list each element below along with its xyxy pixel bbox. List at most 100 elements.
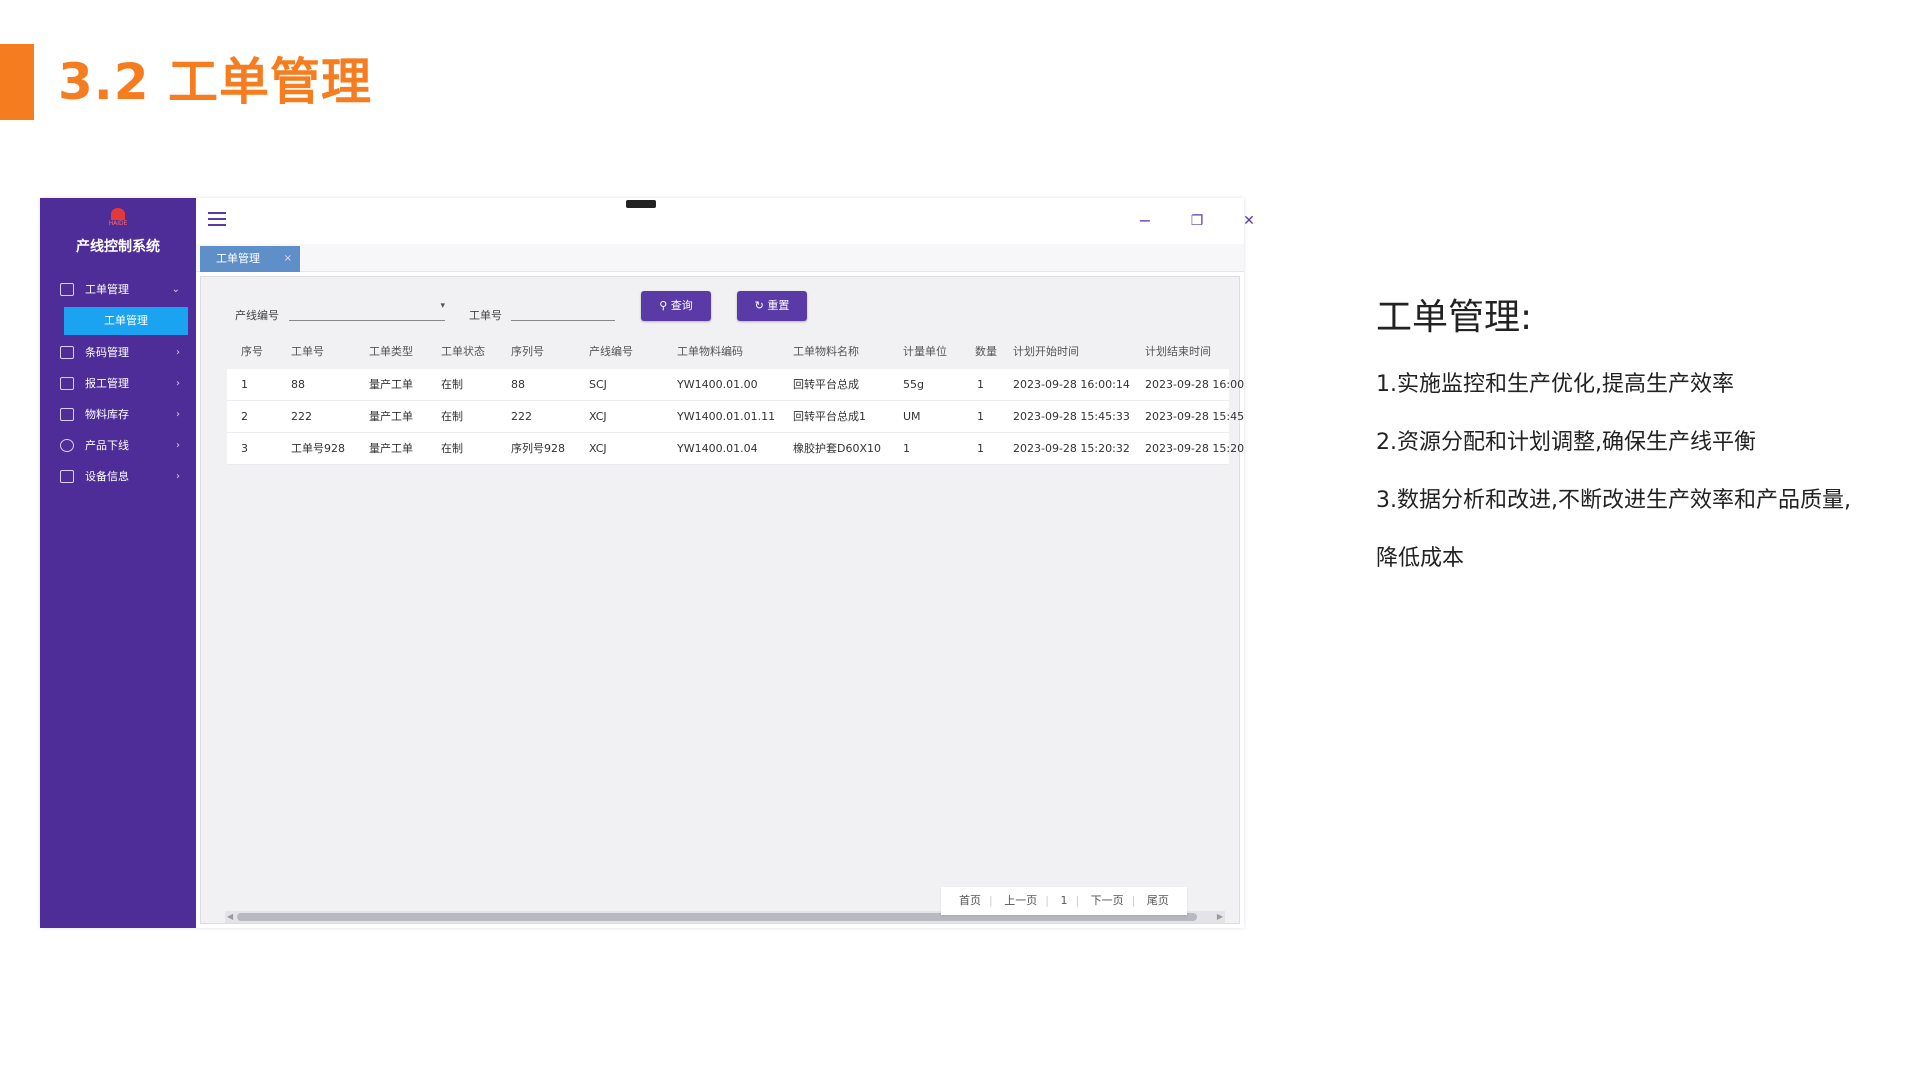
table-row[interactable]: 2 222 量产工单 在制 222 XCJ YW1400.01.01.11 回转… [227, 401, 1244, 433]
table-row[interactable]: 3 工单号928 量产工单 在制 序列号928 XCJ YW1400.01.04… [227, 433, 1244, 465]
query-button-label: 查询 [670, 299, 693, 312]
reset-button-label: 重置 [767, 299, 790, 312]
scroll-left-icon[interactable]: ◀ [227, 911, 233, 923]
tab-bar: 工单管理 × [196, 244, 1244, 272]
table-cell: 1 [903, 442, 910, 455]
column-header: 工单物料编码 [677, 345, 743, 358]
logo-mark [111, 208, 125, 220]
chevron-right-icon: › [176, 471, 180, 482]
table-cell: 工单号928 [291, 442, 345, 455]
inventory-icon [60, 408, 74, 421]
table-cell: SCJ [589, 378, 607, 391]
table-cell: 2023-09-28 15:45 [1145, 410, 1245, 423]
table-cell: 2023-09-28 16:00 [1145, 378, 1245, 391]
chevron-right-icon: › [176, 409, 180, 420]
current-page[interactable]: 1 [1060, 894, 1067, 907]
prev-page-link[interactable]: 上一页 [1004, 894, 1037, 907]
drag-handle[interactable] [626, 200, 656, 208]
work-order-table: 序号 工单号 工单类型 工单状态 序列号 产线编号 工单物料编码 工单物料名称 … [227, 335, 1244, 465]
order-number-input[interactable] [511, 299, 615, 321]
submenu-item-work-order-active[interactable]: 工单管理 [64, 307, 188, 335]
main-content: 产线编号 ▾ 工单号 ⚲ 查询 ↻ 重置 序号 工单号 工单类型 工单状态 序列… [200, 276, 1244, 924]
table-cell: 在制 [441, 442, 463, 455]
system-title: 产线控制系统 [76, 239, 160, 255]
sidebar-item-barcode[interactable]: 条码管理 › [40, 337, 196, 368]
description-heading: 工单管理: [1376, 297, 1533, 338]
device-icon [60, 470, 74, 483]
scroll-right-icon[interactable]: ▶ [1217, 911, 1223, 923]
table-cell: 2023-09-28 15:45:33 [1013, 410, 1130, 423]
slide-title: 3.2 工单管理 [58, 53, 372, 111]
table-cell: 2023-09-28 15:20 [1145, 442, 1245, 455]
order-number-label: 工单号 [469, 309, 502, 322]
sidebar-item-work-order[interactable]: 工单管理 ⌄ [40, 274, 196, 305]
table-cell: 量产工单 [369, 378, 413, 391]
table-cell: 88 [511, 378, 525, 391]
divider: | [1045, 894, 1049, 907]
logo-text: HAIDE [108, 220, 128, 227]
table-cell: 量产工单 [369, 442, 413, 455]
table-cell: 2 [241, 410, 248, 423]
sidebar-item-report[interactable]: 报工管理 › [40, 368, 196, 399]
table-cell: 88 [291, 378, 305, 391]
next-page-link[interactable]: 下一页 [1091, 894, 1124, 907]
sidebar-item-label: 设备信息 [85, 470, 129, 483]
column-header: 数量 [975, 345, 997, 358]
table-cell: 在制 [441, 378, 463, 391]
table-cell: 在制 [441, 410, 463, 423]
column-header: 计划开始时间 [1013, 345, 1079, 358]
tab-close-icon[interactable]: × [284, 246, 292, 272]
tab-label: 工单管理 [216, 252, 260, 265]
reset-button[interactable]: ↻ 重置 [737, 291, 807, 321]
sidebar-item-inventory[interactable]: 物料库存 › [40, 399, 196, 430]
table-cell: YW1400.01.04 [677, 442, 758, 455]
column-header: 工单号 [291, 345, 324, 358]
line-number-label: 产线编号 [235, 309, 279, 322]
divider: | [1131, 894, 1136, 907]
close-button[interactable]: ✕ [1238, 210, 1260, 232]
column-header: 产线编号 [589, 345, 633, 358]
printer-icon [60, 346, 74, 359]
table-cell: 量产工单 [369, 410, 413, 423]
table-cell: 1 [977, 442, 984, 455]
table-cell: YW1400.01.01.11 [677, 410, 776, 423]
table-cell: 2023-09-28 16:00:14 [1013, 378, 1130, 391]
tab-work-order[interactable]: 工单管理 × [200, 246, 300, 272]
chevron-right-icon: › [176, 440, 180, 451]
sidebar-item-product-offline[interactable]: 产品下线 › [40, 430, 196, 461]
table-cell: 2023-09-28 15:20:32 [1013, 442, 1130, 455]
pagination: 首页 | 上一页 | 1 | 下一页 | 尾页 [941, 887, 1187, 915]
top-bar: − ❐ ✕ [196, 198, 1255, 244]
column-header: 序列号 [511, 345, 544, 358]
sidebar-item-label: 产品下线 [85, 439, 129, 452]
restore-button[interactable]: ❐ [1186, 210, 1208, 232]
table-cell: 55g [903, 378, 924, 391]
caret-down-icon: ▾ [440, 301, 445, 311]
sidebar: HAIDE 产线控制系统 工单管理 ⌄ 工单管理 条码管理 › 报工管理 › 物… [40, 198, 196, 928]
table-cell: 橡胶护套D60X10 [793, 442, 881, 455]
table-cell: 3 [241, 442, 248, 455]
hamburger-menu-icon[interactable] [208, 212, 226, 226]
last-page-link[interactable]: 尾页 [1147, 894, 1169, 907]
line-number-select[interactable]: ▾ [289, 299, 445, 321]
search-icon: ⚲ [659, 299, 668, 312]
table-cell: YW1400.01.00 [677, 378, 758, 391]
table-cell: 222 [511, 410, 532, 423]
table-cell: 回转平台总成1 [793, 410, 866, 423]
sidebar-menu: 工单管理 ⌄ 工单管理 条码管理 › 报工管理 › 物料库存 › 产品下线 › … [40, 274, 196, 492]
sidebar-item-label: 条码管理 [85, 346, 129, 359]
minimize-button[interactable]: − [1134, 210, 1156, 232]
sidebar-item-device[interactable]: 设备信息 › [40, 461, 196, 492]
table-row[interactable]: 1 88 量产工单 在制 88 SCJ YW1400.01.00 回转平台总成 … [227, 369, 1244, 401]
first-page-link[interactable]: 首页 [959, 894, 981, 907]
column-header: 工单状态 [441, 345, 485, 358]
table-cell: 序列号928 [511, 442, 565, 455]
refresh-icon: ↻ [754, 299, 764, 312]
description-line: 2.资源分配和计划调整,确保生产线平衡 [1376, 430, 1756, 455]
table-cell: 1 [241, 378, 248, 391]
query-button[interactable]: ⚲ 查询 [641, 291, 711, 321]
title-accent-bar [0, 44, 34, 120]
sidebar-item-label: 物料库存 [85, 408, 129, 421]
sidebar-item-label: 工单管理 [85, 283, 129, 296]
table-cell: 1 [977, 378, 984, 391]
